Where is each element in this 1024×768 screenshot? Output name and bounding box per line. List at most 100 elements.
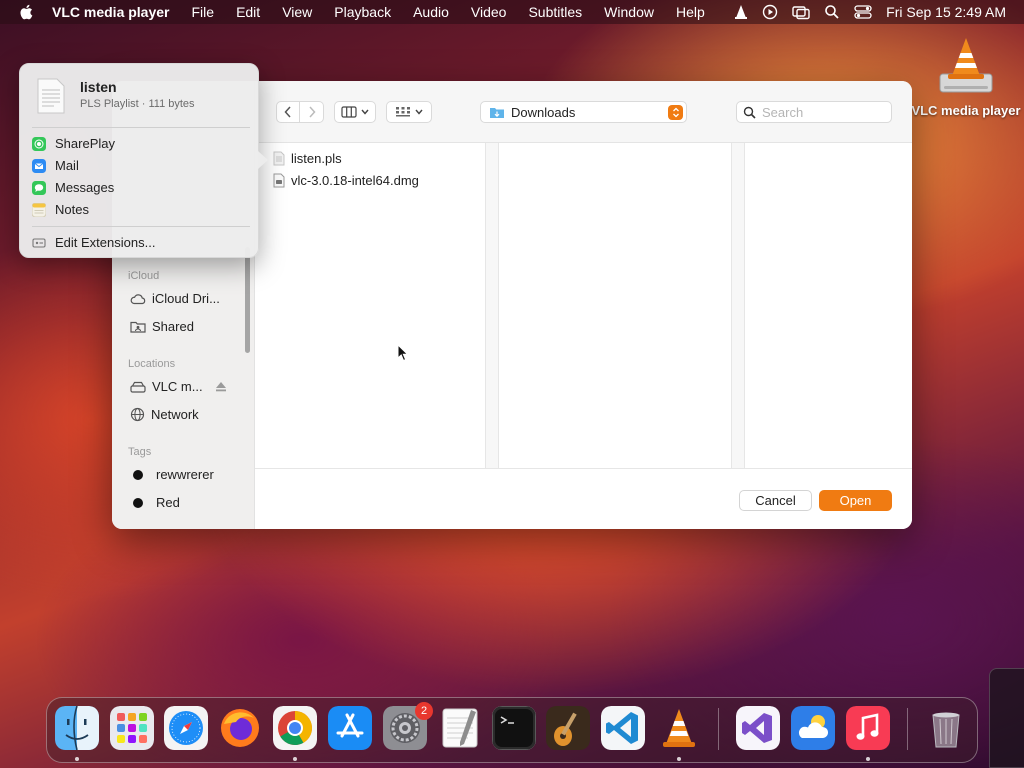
menu-help[interactable]: Help: [676, 4, 705, 20]
share-item-shareplay[interactable]: SharePlay: [32, 136, 115, 151]
desktop-vlc-volume[interactable]: VLC media player: [908, 34, 1024, 118]
spotlight-search-icon[interactable]: [824, 4, 840, 20]
share-item-notes[interactable]: Notes: [32, 202, 89, 217]
cloud-icon: [130, 293, 146, 304]
menu-audio[interactable]: Audio: [413, 4, 449, 20]
menu-bar-extras: Fri Sep 15 2:49 AM: [734, 0, 1006, 24]
share-item-label: Messages: [55, 180, 115, 195]
playlist-document-icon: [37, 78, 65, 114]
menu-video[interactable]: Video: [471, 4, 507, 20]
menu-playback[interactable]: Playback: [334, 4, 391, 20]
menu-window[interactable]: Window: [604, 4, 654, 20]
column-divider[interactable]: [485, 143, 499, 468]
sidebar-item-tag-rewwrerer[interactable]: rewwrerer: [130, 467, 214, 482]
finder-icon[interactable]: [55, 706, 99, 750]
running-indicator: [293, 757, 297, 761]
vlc-status-icon[interactable]: [734, 4, 748, 20]
sidebar-item-vlc-volume[interactable]: VLC m...: [130, 379, 227, 394]
vlc-disk-image-icon: [939, 38, 993, 93]
popover-arrow: [258, 151, 268, 169]
sidebar-item-shared[interactable]: Shared: [130, 319, 194, 334]
file-browser-columns: listen.pls vlc-3.0.18-intel64.dmg: [255, 143, 912, 468]
search-input[interactable]: [762, 104, 882, 120]
dock: 2: [46, 697, 978, 763]
control-center-icon[interactable]: [854, 4, 872, 20]
vscode-icon[interactable]: [601, 706, 645, 750]
garageband-icon[interactable]: [546, 706, 590, 750]
launchpad-icon[interactable]: [110, 706, 154, 750]
back-button[interactable]: [276, 101, 300, 123]
firefox-icon[interactable]: [218, 706, 262, 750]
sidebar-item-label: iCloud Dri...: [152, 291, 220, 306]
menu-view[interactable]: View: [282, 4, 312, 20]
textedit-icon[interactable]: [438, 706, 482, 750]
chrome-icon[interactable]: [273, 706, 317, 750]
tag-color-dot: [133, 497, 143, 508]
location-stepper[interactable]: [668, 105, 683, 120]
screen-mirroring-icon[interactable]: [792, 4, 810, 20]
file-row-listen-pls[interactable]: listen.pls: [273, 151, 342, 166]
popover-divider: [32, 226, 250, 227]
share-popover: listen PLS Playlist · 111 bytes SharePla…: [19, 63, 268, 258]
chevron-left-icon: [284, 106, 291, 118]
menu-file[interactable]: File: [192, 4, 215, 20]
shared-folder-icon: [130, 321, 146, 333]
menu-bar: VLC media player File Edit View Playback…: [0, 0, 1024, 24]
play-circle-icon[interactable]: [762, 4, 778, 20]
cancel-button[interactable]: Cancel: [739, 490, 812, 511]
file-row-vlc-dmg[interactable]: vlc-3.0.18-intel64.dmg: [273, 173, 419, 188]
column-divider[interactable]: [731, 143, 745, 468]
shareplay-icon: [32, 136, 46, 151]
share-item-label: Mail: [55, 158, 79, 173]
terminal-icon[interactable]: [492, 706, 536, 750]
app-store-icon[interactable]: [328, 706, 372, 750]
share-item-messages[interactable]: Messages: [32, 180, 114, 195]
up-down-chevron-icon: [672, 107, 679, 118]
safari-icon[interactable]: [164, 706, 208, 750]
running-indicator: [866, 757, 870, 761]
downloads-folder-icon: [490, 107, 504, 118]
visual-studio-icon[interactable]: [736, 706, 780, 750]
sidebar-item-tag-red[interactable]: Red: [130, 495, 180, 510]
share-file-header: listen PLS Playlist · 111 bytes: [36, 78, 195, 114]
view-mode-button[interactable]: [334, 101, 376, 123]
group-by-button[interactable]: [386, 101, 432, 123]
sidebar-scrollbar[interactable]: [245, 247, 250, 353]
share-file-name: listen: [80, 79, 117, 95]
dock-separator: [907, 708, 908, 750]
edit-extensions-item[interactable]: Edit Extensions...: [32, 235, 155, 250]
share-item-label: Notes: [55, 202, 89, 217]
weather-icon[interactable]: [791, 706, 835, 750]
eject-icon[interactable]: [215, 381, 227, 392]
forward-button[interactable]: [300, 101, 324, 123]
sidebar-item-label: rewwrerer: [156, 467, 214, 482]
music-icon[interactable]: [846, 706, 890, 750]
globe-icon: [130, 407, 145, 422]
menu-bar-clock[interactable]: Fri Sep 15 2:49 AM: [886, 4, 1006, 20]
sidebar-section-locations: Locations: [128, 358, 176, 370]
trash-icon[interactable]: [924, 706, 968, 750]
desktop-icon-label: VLC media player: [911, 103, 1021, 118]
share-item-label: SharePlay: [55, 136, 115, 151]
running-indicator: [677, 757, 681, 761]
extensions-icon: [32, 237, 46, 248]
vlc-icon[interactable]: [657, 706, 701, 750]
sidebar-item-icloud-drive[interactable]: iCloud Dri...: [130, 291, 220, 306]
menu-app-name[interactable]: VLC media player: [52, 4, 170, 20]
share-item-mail[interactable]: Mail: [32, 158, 79, 173]
menu-edit[interactable]: Edit: [236, 4, 260, 20]
sidebar-section-tags: Tags: [128, 446, 152, 458]
edit-extensions-label: Edit Extensions...: [55, 235, 156, 250]
open-button[interactable]: Open: [819, 490, 892, 511]
sidebar-section-icloud: iCloud: [128, 270, 160, 282]
menu-subtitles[interactable]: Subtitles: [528, 4, 582, 20]
disk-image-file-icon: [273, 173, 285, 188]
sidebar-item-label: Network: [151, 407, 199, 422]
sidebar-item-network[interactable]: Network: [130, 407, 199, 422]
search-field[interactable]: [736, 101, 892, 123]
sidebar-item-label: Shared: [152, 319, 194, 334]
apple-logo-icon[interactable]: [18, 3, 36, 21]
location-popup[interactable]: Downloads: [480, 101, 687, 123]
file-name: listen.pls: [291, 151, 342, 166]
running-indicator: [75, 757, 79, 761]
